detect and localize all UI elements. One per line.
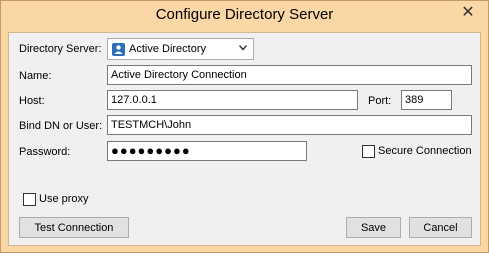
- dialog-body: Directory Server: Active Directory Name:…: [8, 32, 481, 246]
- test-connection-button[interactable]: Test Connection: [19, 217, 129, 238]
- port-label: Port:: [368, 95, 392, 107]
- close-button[interactable]: ✕: [454, 2, 482, 22]
- host-label: Host:: [19, 95, 45, 107]
- active-directory-icon: [112, 42, 125, 56]
- host-field[interactable]: 127.0.0.1: [107, 90, 358, 110]
- cancel-button[interactable]: Cancel: [409, 217, 472, 238]
- bind-dn-field[interactable]: TESTMCH\John: [107, 115, 472, 135]
- directory-server-value: Active Directory: [129, 43, 207, 55]
- name-label: Name:: [19, 70, 52, 82]
- chevron-down-icon: [239, 45, 247, 51]
- secure-connection-label[interactable]: Secure Connection: [378, 145, 472, 157]
- bind-dn-label: Bind DN or User:: [19, 120, 103, 132]
- use-proxy-label[interactable]: Use proxy: [39, 193, 89, 205]
- directory-server-label: Directory Server:: [19, 43, 102, 55]
- secure-connection-checkbox[interactable]: [362, 145, 375, 158]
- port-field[interactable]: 389: [401, 90, 452, 110]
- close-icon: ✕: [461, 4, 475, 21]
- title-bar[interactable]: Configure Directory Server ✕: [1, 1, 488, 32]
- directory-server-select[interactable]: Active Directory: [107, 38, 254, 60]
- configure-directory-server-dialog: Configure Directory Server ✕ Directory S…: [0, 0, 489, 253]
- use-proxy-checkbox[interactable]: [23, 193, 36, 206]
- save-button[interactable]: Save: [346, 217, 401, 238]
- password-field[interactable]: ●●●●●●●●●: [107, 141, 307, 161]
- name-field[interactable]: Active Directory Connection: [107, 65, 472, 85]
- dialog-title: Configure Directory Server: [155, 6, 334, 23]
- password-label: Password:: [19, 146, 71, 158]
